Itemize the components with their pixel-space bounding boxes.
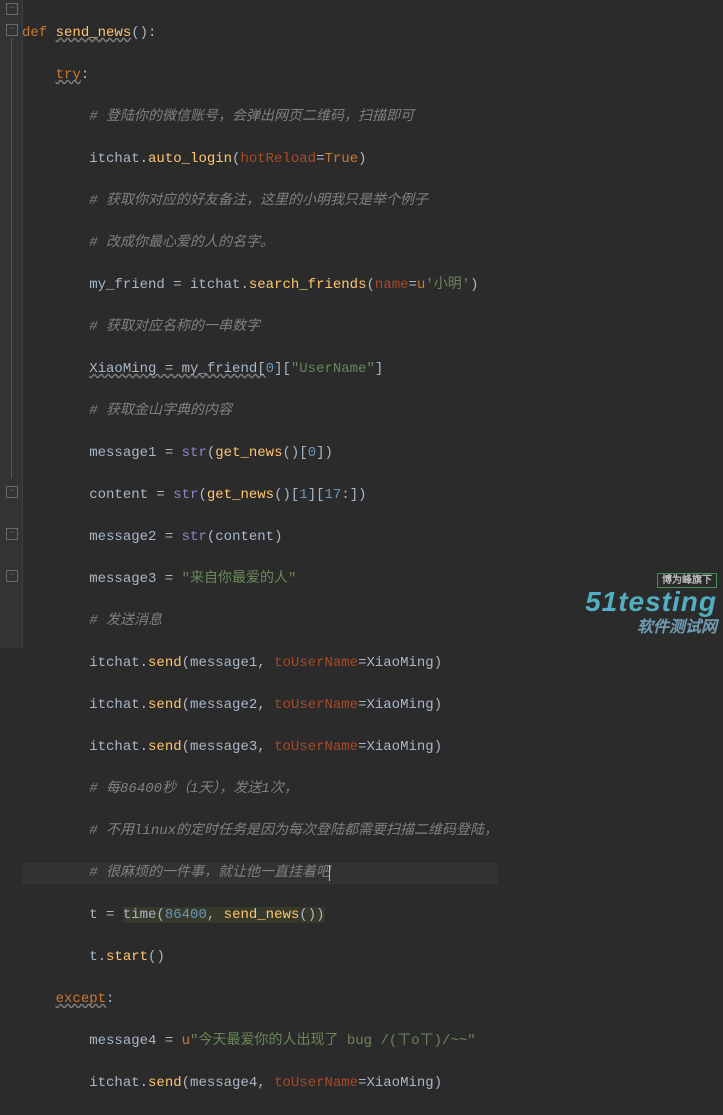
code-line[interactable]: # 获取金山字典的内容	[22, 401, 498, 422]
code-line[interactable]: t = time(86400, send_news())	[22, 905, 498, 926]
code-line[interactable]: message1 = str(get_news()[0])	[22, 443, 498, 464]
fold-icon[interactable]: −	[6, 528, 18, 540]
fold-icon[interactable]: −	[6, 3, 18, 15]
code-line[interactable]: # 不用linux的定时任务是因为每次登陆都需要扫描二维码登陆，	[22, 821, 498, 842]
code-line[interactable]: # 很麻烦的一件事，就让他一直挂着吧	[22, 863, 498, 884]
watermark-sub: 软件测试网	[637, 619, 717, 636]
code-line[interactable]: itchat.send(message1, toUserName=XiaoMin…	[22, 653, 498, 674]
fold-line	[11, 38, 12, 478]
watermark: 博为峰旗下 51testing 软件测试网	[585, 568, 717, 638]
code-line[interactable]: # 发送消息	[22, 611, 498, 632]
code-line[interactable]: # 获取对应名称的一串数字	[22, 317, 498, 338]
code-line[interactable]: # 每86400秒（1天），发送1次，	[22, 779, 498, 800]
code-line[interactable]: message4 = u"今天最爱你的人出现了 bug /(ㄒoㄒ)/~~"	[22, 1031, 498, 1052]
editor-gutter: − − − − −	[0, 0, 23, 648]
code-line[interactable]: message3 = "来自你最爱的人"	[22, 569, 498, 590]
watermark-brand: 51testing	[585, 586, 717, 617]
code-line[interactable]: itchat.auto_login(hotReload=True)	[22, 149, 498, 170]
fold-icon[interactable]: −	[6, 570, 18, 582]
code-line[interactable]: my_friend = itchat.search_friends(name=u…	[22, 275, 498, 296]
fold-icon[interactable]: −	[6, 486, 18, 498]
code-line[interactable]: def send_news():	[22, 23, 498, 44]
code-line[interactable]: # 改成你最心爱的人的名字。	[22, 233, 498, 254]
code-line[interactable]: except:	[22, 989, 498, 1010]
fold-icon[interactable]: −	[6, 24, 18, 36]
code-line[interactable]: t.start()	[22, 947, 498, 968]
code-editor[interactable]: def send_news(): try: # 登陆你的微信账号，会弹出网页二维…	[22, 2, 498, 1115]
code-line[interactable]: # 登陆你的微信账号，会弹出网页二维码，扫描即可	[22, 107, 498, 128]
code-line[interactable]: itchat.send(message2, toUserName=XiaoMin…	[22, 695, 498, 716]
code-line[interactable]: # 获取你对应的好友备注，这里的小明我只是举个例子	[22, 191, 498, 212]
code-line[interactable]: itchat.send(message4, toUserName=XiaoMin…	[22, 1073, 498, 1094]
code-line[interactable]: try:	[22, 65, 498, 86]
code-line[interactable]: XiaoMing = my_friend[0]["UserName"]	[22, 359, 498, 380]
code-line[interactable]: content = str(get_news()[1][17:])	[22, 485, 498, 506]
code-line[interactable]: itchat.send(message3, toUserName=XiaoMin…	[22, 737, 498, 758]
code-line[interactable]: message2 = str(content)	[22, 527, 498, 548]
